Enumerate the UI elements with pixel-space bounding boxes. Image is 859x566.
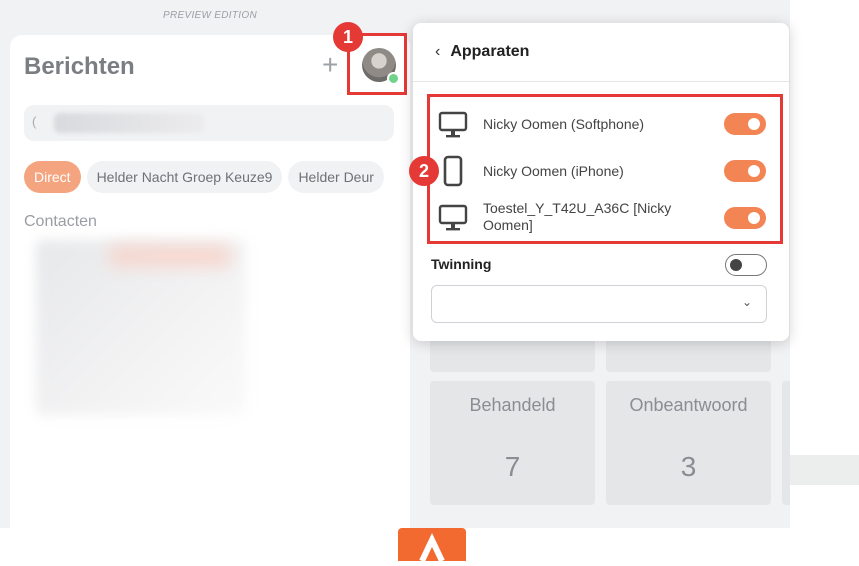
chevron-down-icon: ⌄ bbox=[741, 295, 752, 309]
stat-tile-top-2 bbox=[606, 338, 771, 372]
twinning-label: Twinning bbox=[431, 256, 492, 272]
stat-value: 3 bbox=[680, 451, 697, 482]
search-redacted bbox=[54, 113, 204, 133]
filter-chips: Direct Helder Nacht Groep Keuze9 Helder De… bbox=[24, 161, 410, 193]
stat-value: 7 bbox=[504, 451, 521, 482]
contacts-heading: Contacten bbox=[24, 213, 97, 230]
stat-tile-partial bbox=[782, 381, 790, 505]
devices-popup: ‹ Apparaten Nicky Oomen (Softphone) Nick… bbox=[413, 23, 789, 341]
brand-logo bbox=[398, 528, 466, 563]
chip-group-1[interactable]: Helder Nacht Groep Keuze9 bbox=[86, 161, 283, 193]
stat-label: Onbeantwoord bbox=[629, 395, 748, 415]
page-title: Berichten bbox=[24, 53, 135, 80]
chip-direct[interactable]: Direct bbox=[24, 161, 81, 193]
edition-banner: PREVIEW EDITION bbox=[163, 10, 257, 21]
annotation-badge-2: 2 bbox=[409, 156, 439, 186]
popup-title: Apparaten bbox=[450, 43, 530, 60]
chevron-left-icon: ‹ bbox=[435, 43, 441, 60]
chip-group-2[interactable]: Helder Deur bbox=[288, 161, 384, 193]
search-input[interactable]: ( bbox=[24, 105, 394, 141]
add-button[interactable]: + bbox=[322, 51, 338, 79]
stat-tile-top-1 bbox=[430, 338, 595, 372]
stat-tile-unanswered[interactable]: Onbeantwoord 3 bbox=[606, 381, 771, 505]
twinning-toggle[interactable] bbox=[725, 254, 767, 276]
logo-mark-icon bbox=[419, 533, 445, 563]
stat-label: Behandeld bbox=[469, 395, 556, 415]
twinning-select[interactable]: ⌄ bbox=[431, 285, 767, 323]
stat-tile-handled[interactable]: Behandeld 7 bbox=[430, 381, 595, 505]
annotation-badge-1: 1 bbox=[333, 22, 363, 52]
annotation-box-2 bbox=[427, 94, 783, 244]
contacts-redacted-accent bbox=[110, 245, 230, 267]
back-button[interactable]: ‹ Apparaten bbox=[435, 43, 529, 61]
side-strip bbox=[790, 455, 859, 485]
search-prefix: ( bbox=[32, 114, 37, 129]
divider bbox=[413, 81, 789, 82]
messages-panel: Berichten + ( Direct Helder Nacht Groep K… bbox=[10, 35, 410, 528]
